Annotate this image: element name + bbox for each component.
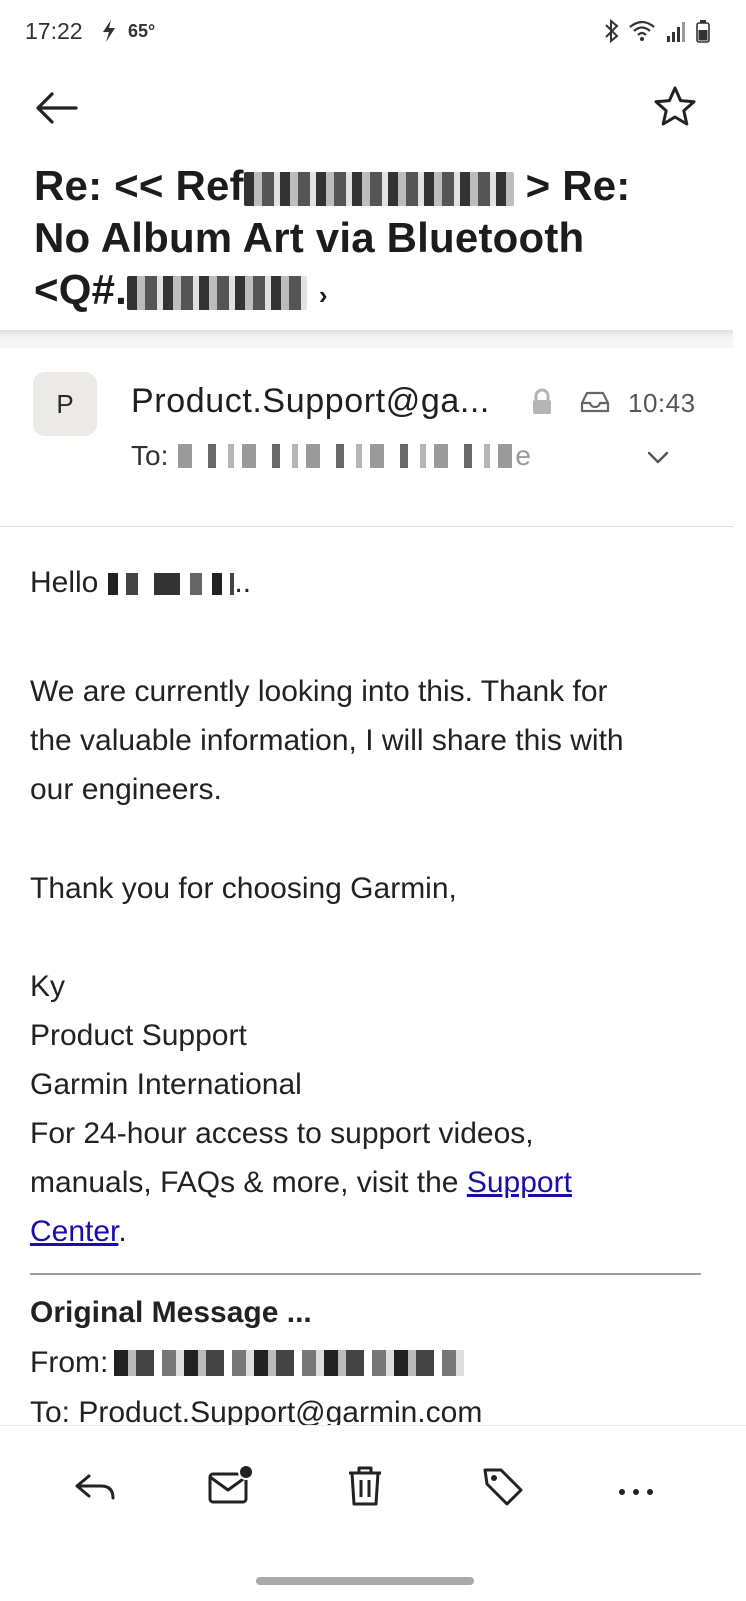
- greeting-end: ..: [234, 566, 252, 599]
- sender-header: P Product.Support@ga... 10:43 To: e: [0, 348, 746, 526]
- email-subject: Re: << Ref > Re: No Album Art via Blueto…: [34, 160, 674, 321]
- quote-divider: [30, 1273, 701, 1275]
- battery-icon: [696, 20, 710, 43]
- redacted-recipient: [170, 444, 516, 468]
- recipient-suffix: e: [515, 440, 531, 471]
- reply-icon[interactable]: [71, 1462, 119, 1510]
- arrow-left-icon[interactable]: [30, 86, 82, 130]
- redacted-ticket-id: [127, 275, 308, 310]
- from-label: From:: [30, 1346, 109, 1379]
- avatar[interactable]: P: [33, 372, 97, 436]
- header-divider: [0, 330, 733, 348]
- subject-line-3: <Q#. ›: [34, 264, 674, 321]
- signature-line: For 24-hour access to support videos,: [30, 1117, 534, 1150]
- redacted-reference: [243, 171, 514, 206]
- signature-text: .: [118, 1215, 127, 1248]
- signature-name: Ky: [30, 970, 66, 1003]
- signature-department: Product Support: [30, 1019, 247, 1052]
- support-center-link[interactable]: Support: [467, 1166, 572, 1199]
- bluetooth-icon: [605, 18, 619, 44]
- inbox-icon: [580, 391, 610, 413]
- body-line: our engineers.: [30, 773, 222, 806]
- home-indicator[interactable]: [256, 1577, 474, 1585]
- status-bar: 17:22 65°: [0, 0, 746, 64]
- subject-part: > Re:: [525, 162, 631, 209]
- tag-icon[interactable]: [479, 1462, 527, 1510]
- lock-icon: [533, 388, 551, 414]
- bottom-action-bar: [0, 1425, 746, 1601]
- body-line: the valuable information, I will share t…: [30, 724, 624, 757]
- charging-bolt-icon: [103, 20, 115, 42]
- support-center-link[interactable]: Center: [30, 1215, 118, 1248]
- subject-line-1: Re: << Ref > Re:: [34, 160, 674, 212]
- original-from-line: From:: [30, 1346, 465, 1380]
- greeting-text: Hello: [30, 566, 99, 599]
- subject-part: ›: [318, 280, 328, 310]
- original-message-title: Original Message ...: [30, 1296, 312, 1329]
- more-horizontal-icon[interactable]: [612, 1462, 660, 1510]
- signature-line: manuals, FAQs & more, visit the Support: [30, 1158, 572, 1207]
- sender-divider: [0, 526, 733, 527]
- body-paragraph: We are currently looking into this. Than…: [30, 667, 624, 814]
- trash-icon[interactable]: [341, 1462, 389, 1510]
- status-temperature: 65°: [128, 21, 156, 41]
- signal-icon: [667, 22, 685, 42]
- subject-part: Re: << Ref: [34, 162, 244, 209]
- received-time: 10:43: [628, 388, 696, 418]
- signature-text: manuals, FAQs & more, visit the: [30, 1166, 467, 1199]
- recipient-row: To: e: [131, 440, 531, 472]
- status-time: 17:22: [25, 18, 83, 44]
- to-label: To:: [131, 440, 169, 471]
- chevron-down-icon[interactable]: [646, 450, 670, 466]
- signature: Ky Product Support Garmin International …: [30, 962, 572, 1256]
- mail-unread-icon[interactable]: [206, 1462, 254, 1510]
- body-line: We are currently looking into this. Than…: [30, 675, 608, 708]
- star-icon[interactable]: [652, 84, 698, 130]
- signature-line: Center.: [30, 1207, 572, 1256]
- status-icons: [604, 18, 710, 44]
- closing-line: Thank you for choosing Garmin,: [30, 872, 457, 905]
- wifi-icon: [629, 20, 655, 41]
- top-app-bar: [0, 72, 746, 142]
- redacted-name: [98, 573, 235, 596]
- subject-part: <Q#.: [34, 266, 128, 313]
- greeting: Hello..: [30, 558, 251, 607]
- subject-line-2: No Album Art via Bluetooth: [34, 214, 585, 261]
- redacted-sender: [114, 1350, 465, 1376]
- sender-name[interactable]: Product.Support@ga...: [131, 382, 490, 421]
- signature-company: Garmin International: [30, 1068, 302, 1101]
